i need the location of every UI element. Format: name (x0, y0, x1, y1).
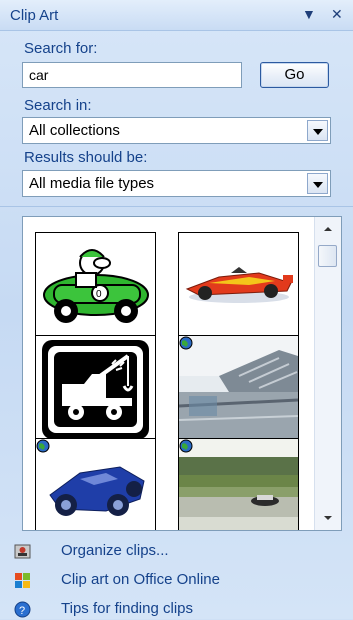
go-button[interactable]: Go (260, 62, 329, 88)
results-type-value: All media file types (29, 175, 155, 192)
clip-thumbnail[interactable] (178, 232, 299, 341)
search-for-label: Search for: (24, 40, 98, 57)
online-globe-icon (179, 336, 193, 350)
svg-text:0: 0 (96, 289, 102, 300)
office-online-label: Clip art on Office Online (61, 571, 220, 588)
results-gallery: 0 (22, 216, 342, 531)
tips-label: Tips for finding clips (61, 600, 193, 617)
svg-text:?: ? (19, 605, 25, 617)
clip-thumbnail[interactable] (35, 438, 156, 530)
pane-title: Clip Art (10, 7, 59, 24)
search-in-select[interactable]: All collections (22, 117, 331, 144)
pane-close-icon[interactable]: ✕ (331, 6, 343, 23)
pane-options-dropdown-icon[interactable]: ▼ (302, 6, 316, 22)
green-race-car-clipart: 0 (43, 249, 149, 323)
red-race-car-photo (179, 233, 298, 340)
search-in-label: Search in: (24, 97, 92, 114)
tow-truck-sign-clipart (42, 340, 149, 439)
help-icon: ? (14, 601, 31, 618)
blue-vintage-car-photo (36, 439, 155, 530)
scroll-up-icon[interactable] (319, 221, 337, 237)
organizer-icon (14, 544, 31, 559)
clip-thumbnail[interactable] (178, 335, 299, 444)
motion-blur-car-photo (179, 439, 298, 530)
search-in-value: All collections (29, 122, 120, 139)
clip-thumbnail[interactable]: 0 (35, 232, 156, 341)
online-globe-icon (36, 439, 50, 453)
office-online-icon (15, 573, 30, 588)
search-input[interactable] (22, 62, 242, 88)
chevron-down-icon[interactable] (307, 120, 328, 141)
organize-clips-label: Organize clips... (61, 542, 169, 559)
pane-title-bar: Clip Art ▼ ✕ (0, 0, 353, 31)
clip-art-task-pane: Clip Art ▼ ✕ Search for: Go Search in: A… (0, 0, 353, 619)
scrollbar-thumb[interactable] (318, 245, 337, 267)
results-type-label: Results should be: (24, 149, 148, 166)
results-scrollbar[interactable] (314, 217, 341, 530)
clip-thumbnail[interactable] (35, 335, 156, 444)
section-divider (0, 206, 353, 207)
stadium-car-photo (179, 336, 298, 443)
scroll-down-icon[interactable] (319, 510, 337, 526)
results-type-select[interactable]: All media file types (22, 170, 331, 197)
online-globe-icon (179, 439, 193, 453)
clip-thumbnail[interactable] (178, 438, 299, 530)
chevron-down-icon[interactable] (307, 173, 328, 194)
